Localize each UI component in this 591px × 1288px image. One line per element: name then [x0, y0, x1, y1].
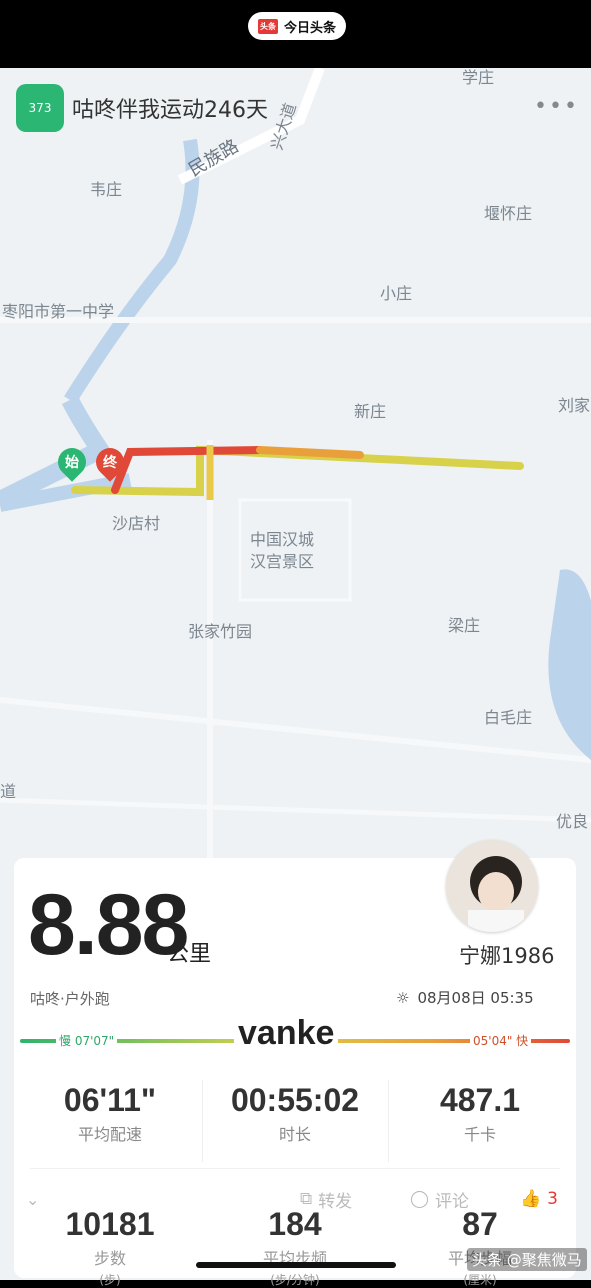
- stat-cadence: 184 平均步频 (步/分钟): [205, 1206, 385, 1288]
- app-title: 咕咚伴我运动246天: [72, 98, 268, 123]
- map-label-school: 枣阳市第一中学: [2, 302, 115, 321]
- map-label-hancheng: 中国汉城: [250, 530, 315, 549]
- top-status-bar: 头条 今日头条: [0, 0, 591, 68]
- stat-steps: 10181 步数 (步): [20, 1206, 200, 1288]
- stat-duration: 00:55:02 时长: [205, 1082, 385, 1145]
- map-label-dao-left: 道: [0, 782, 17, 801]
- divider: [30, 1168, 560, 1169]
- pace-fast-label: 05'04" 快: [470, 1032, 532, 1049]
- stat-value: 06'11": [63, 1082, 157, 1118]
- map-label-hangong: 汉宫景区: [250, 552, 315, 571]
- pace-slow-label: 慢 07'07": [56, 1032, 118, 1049]
- map-label-xiaozhuang: 小庄: [380, 284, 413, 303]
- stat-label: 千卡: [463, 1125, 496, 1144]
- map-label-shadian: 沙店村: [112, 514, 161, 533]
- map-label-xinzhuang: 新庄: [354, 402, 387, 421]
- distance-value: 8.88: [28, 877, 189, 973]
- vanke-watermark: vanke: [234, 1014, 339, 1053]
- map-label-xuezhuang: 学庄: [462, 68, 495, 87]
- divider: [202, 1080, 203, 1162]
- stat-label: 步数: [93, 1249, 126, 1268]
- source-app-name: 今日头条: [284, 20, 337, 36]
- username[interactable]: 宁娜1986: [459, 940, 554, 970]
- stat-avg-pace: 06'11" 平均配速: [20, 1082, 200, 1145]
- sun-icon: ☼: [396, 988, 410, 1007]
- avatar[interactable]: [446, 840, 538, 932]
- map-label-baimao: 白毛庄: [484, 708, 533, 727]
- map-label-liujia: 刘家: [558, 396, 591, 415]
- stat-label: 时长: [278, 1125, 311, 1144]
- map-label-youliang: 优良: [556, 812, 589, 831]
- map-label-zhangjia: 张家竹园: [188, 622, 253, 641]
- toutiao-logo: 头条: [258, 18, 278, 34]
- datetime-row: ☼ 08月08日 05:35: [396, 987, 534, 1008]
- map-label-weizhuang: 韦庄: [90, 180, 123, 199]
- run-datetime: 08月08日 05:35: [417, 989, 534, 1007]
- distance-unit: 公里: [167, 942, 212, 967]
- avatar-image: [446, 840, 538, 932]
- source-app-pill[interactable]: 头条 今日头条: [248, 12, 347, 40]
- stat-label: 平均配速: [77, 1125, 142, 1144]
- divider: [388, 1080, 389, 1162]
- stat-value: 184: [268, 1206, 322, 1242]
- map-label-liangzhuang: 梁庄: [448, 616, 481, 635]
- map-label-yanhuai: 堰怀庄: [484, 204, 533, 223]
- more-options-icon[interactable]: •••: [534, 94, 579, 119]
- stat-value: 00:55:02: [230, 1082, 360, 1118]
- codoon-app-icon[interactable]: 373: [16, 84, 64, 132]
- stat-value: 487.1: [439, 1082, 521, 1118]
- stat-value: 87: [462, 1206, 498, 1242]
- home-indicator[interactable]: [196, 1262, 396, 1268]
- sport-type: 咕咚·户外跑: [30, 990, 110, 1008]
- stat-stride: 87 平均步幅 (厘米): [390, 1206, 570, 1288]
- source-watermark: 头条 @聚焦微马: [467, 1248, 587, 1271]
- app-header: 373 咕咚伴我运动246天: [16, 84, 268, 132]
- stat-value: 10181: [65, 1206, 155, 1242]
- stat-calories: 487.1 千卡: [390, 1082, 570, 1145]
